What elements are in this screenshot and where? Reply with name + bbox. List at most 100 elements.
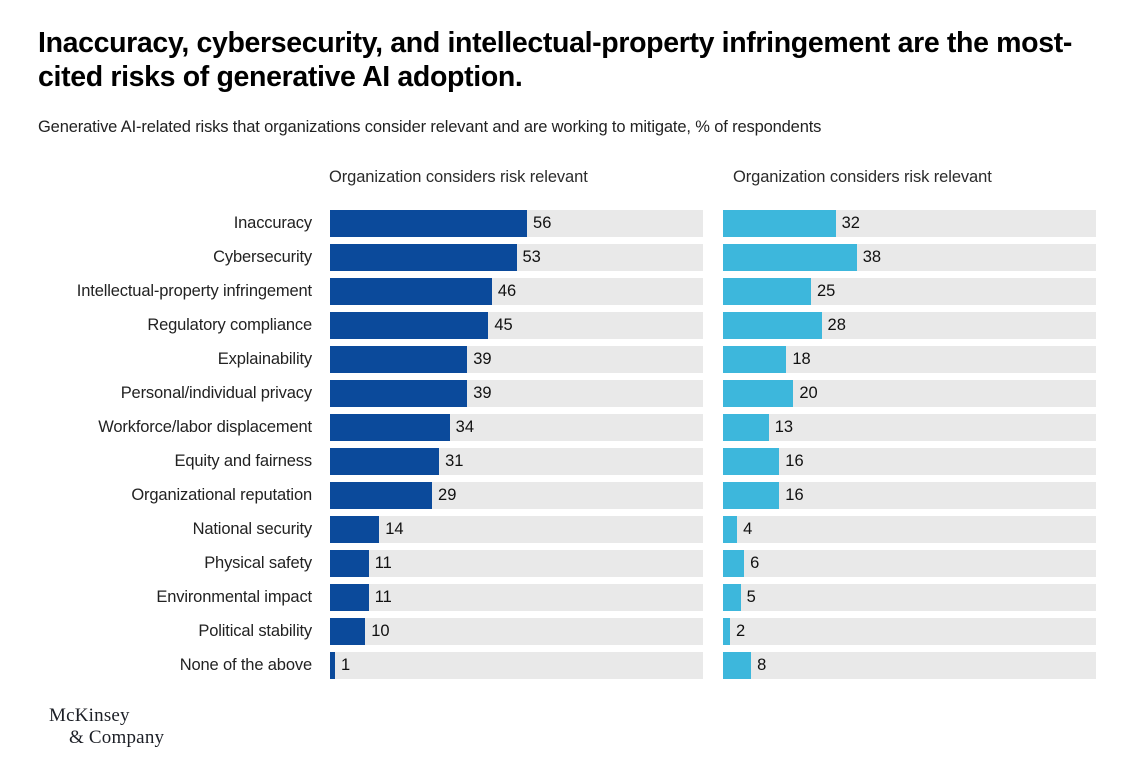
bar xyxy=(330,380,468,407)
bar-row: None of the above 1 8 xyxy=(0,652,1133,686)
row-label: Political stability xyxy=(198,622,312,640)
row-label: Cybersecurity xyxy=(213,248,312,266)
row-label: Explainability xyxy=(217,350,312,368)
bar-panel-mitigating: 25 xyxy=(723,278,1096,305)
row-label: Regulatory compliance xyxy=(147,316,312,334)
bar-value-label: 25 xyxy=(816,282,836,300)
bar-value-label: 5 xyxy=(746,588,756,606)
bar xyxy=(723,652,752,679)
row-label: Organizational reputation xyxy=(131,486,312,504)
bar-panel-mitigating: 20 xyxy=(723,380,1096,407)
bar-value-label: 11 xyxy=(374,588,392,606)
bar-panel-mitigating: 13 xyxy=(723,414,1096,441)
bar-row: Political stability 10 2 xyxy=(0,618,1133,652)
bar-panel-mitigating: 38 xyxy=(723,244,1096,271)
bar xyxy=(723,618,731,645)
bar-panel-mitigating: 2 xyxy=(723,618,1096,645)
bar-panel-mitigating: 6 xyxy=(723,550,1096,577)
bar-value-label: 18 xyxy=(792,350,811,368)
bar-value-label: 13 xyxy=(774,418,794,436)
row-label: Equity and fairness xyxy=(174,452,313,470)
chart-subtitle: Generative AI-related risks that organiz… xyxy=(38,117,822,136)
bar-value-label: 32 xyxy=(841,214,860,232)
logo-line-2: & Company xyxy=(69,727,165,749)
row-label: Workforce/labor displacement xyxy=(98,418,312,436)
row-label: National security xyxy=(192,520,313,538)
bar-rows: Inaccuracy 56 32 Cybersecurity 53 38 Intellect… xyxy=(0,210,1133,686)
bar-row: Equity and fairness 31 16 xyxy=(0,448,1133,482)
bar-panel-mitigating: 32 xyxy=(723,210,1096,237)
row-label: Inaccuracy xyxy=(233,214,312,232)
bar-panel-relevant: 11 xyxy=(330,550,703,577)
bar-panel-relevant: 10 xyxy=(330,618,703,645)
bar-panel-relevant: 29 xyxy=(330,482,703,509)
bar xyxy=(330,516,380,543)
bar-panel-mitigating: 18 xyxy=(723,346,1096,373)
bar-row: Cybersecurity 53 38 xyxy=(0,244,1133,278)
bar-track xyxy=(723,550,1096,577)
bar-row: Organizational reputation 29 16 xyxy=(0,482,1133,516)
bar-track xyxy=(723,652,1096,679)
bar-value-label: 16 xyxy=(785,452,804,470)
bar-value-label: 1 xyxy=(341,656,351,674)
bar-value-label: 31 xyxy=(445,452,464,470)
bar-value-label: 56 xyxy=(533,214,552,232)
bar-value-label: 20 xyxy=(799,384,818,402)
bar-value-label: 11 xyxy=(374,554,392,572)
bar-panel-relevant: 1 xyxy=(330,652,703,679)
bar-value-label: 4 xyxy=(743,520,753,538)
bar xyxy=(723,448,780,475)
bar xyxy=(723,584,741,611)
bar xyxy=(723,516,738,543)
bar xyxy=(723,244,857,271)
logo-line-1: McKinsey xyxy=(49,705,130,726)
mckinsey-logo: McKinsey & Company xyxy=(49,705,164,749)
bar-track xyxy=(723,516,1096,543)
column-header-relevant: Organization considers risk relevant xyxy=(329,168,588,186)
row-label: Environmental impact xyxy=(156,588,312,606)
bar-panel-mitigating: 5 xyxy=(723,584,1096,611)
bar-row: Intellectual-property infringement 46 25 xyxy=(0,278,1133,312)
bar-value-label: 6 xyxy=(750,554,760,572)
bar xyxy=(330,210,528,237)
bar xyxy=(330,618,366,645)
bar-track xyxy=(723,584,1096,611)
bar-panel-relevant: 53 xyxy=(330,244,703,271)
bar xyxy=(330,414,450,441)
bar xyxy=(723,210,836,237)
bar-panel-relevant: 56 xyxy=(330,210,703,237)
bar-panel-relevant: 34 xyxy=(330,414,703,441)
bar-panel-mitigating: 16 xyxy=(723,482,1096,509)
row-label: None of the above xyxy=(179,656,312,674)
bar xyxy=(330,278,492,305)
bar xyxy=(723,550,745,577)
bar-track xyxy=(723,618,1096,645)
bar-row: Inaccuracy 56 32 xyxy=(0,210,1133,244)
bar xyxy=(330,346,468,373)
bar-value-label: 34 xyxy=(455,418,474,436)
bar xyxy=(723,312,822,339)
bar-value-label: 10 xyxy=(371,622,390,640)
chart-area: Organization considers risk relevant Org… xyxy=(0,168,1133,686)
bar-panel-relevant: 31 xyxy=(330,448,703,475)
bar-panel-relevant: 39 xyxy=(330,380,703,407)
bar-row: Environmental impact 11 5 xyxy=(0,584,1133,618)
bar-value-label: 2 xyxy=(736,622,746,640)
bar-row: Personal/individual privacy 39 20 xyxy=(0,380,1133,414)
bar-row: Regulatory compliance 45 28 xyxy=(0,312,1133,346)
bar xyxy=(723,346,787,373)
bar-panel-relevant: 39 xyxy=(330,346,703,373)
bar-row: National security 14 4 xyxy=(0,516,1133,550)
page-title: Inaccuracy, cybersecurity, and intellect… xyxy=(38,27,1073,94)
bar xyxy=(723,380,794,407)
bar-value-label: 39 xyxy=(473,384,492,402)
row-label: Intellectual-property infringement xyxy=(76,282,312,300)
bar xyxy=(723,482,780,509)
bar-value-label: 45 xyxy=(494,316,513,334)
column-headers: Organization considers risk relevant Org… xyxy=(0,168,1133,202)
bar xyxy=(330,244,517,271)
bar-value-label: 29 xyxy=(438,486,457,504)
bar xyxy=(330,584,369,611)
row-label: Personal/individual privacy xyxy=(120,384,312,402)
bar-value-label: 53 xyxy=(522,248,541,266)
